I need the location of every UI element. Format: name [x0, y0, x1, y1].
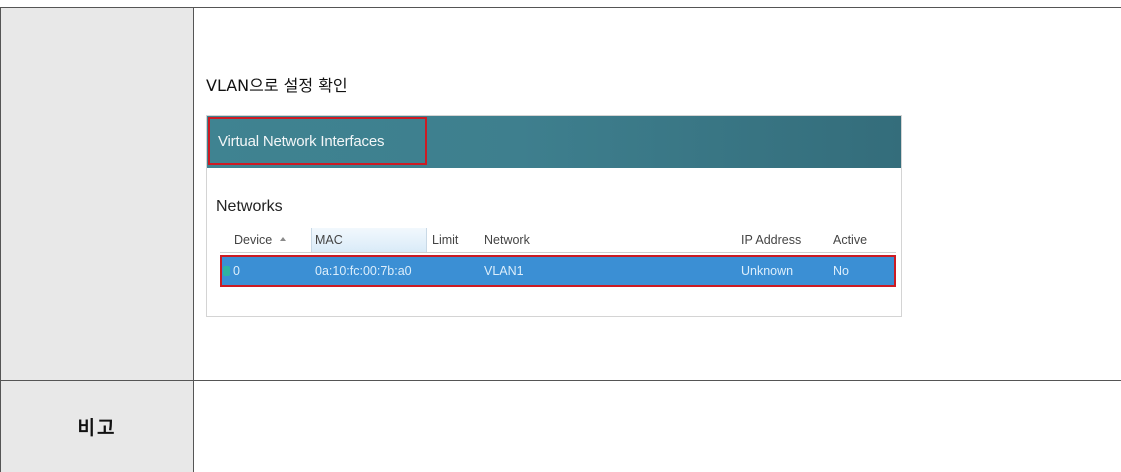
title-highlight-box: Virtual Network Interfaces — [208, 117, 427, 165]
networks-section-label: Networks — [216, 198, 283, 215]
remark-label: 비고 — [77, 417, 117, 439]
cell-network: VLAN1 — [484, 264, 524, 278]
column-header-limit[interactable]: Limit — [432, 233, 458, 247]
column-header-active[interactable]: Active — [833, 233, 867, 247]
document-table: 비고 VLAN으로 설정 확인 Virtual Network Interfac… — [0, 0, 1121, 472]
column-divider — [193, 7, 194, 472]
cell-mac: 0a:10:fc:00:7b:a0 — [315, 264, 412, 278]
cell-active: No — [833, 264, 849, 278]
sort-ascending-icon — [280, 237, 286, 241]
embedded-screenshot: Virtual Network Interfaces Networks Devi… — [206, 115, 902, 317]
label-cell-empty — [1, 8, 193, 380]
column-header-network[interactable]: Network — [484, 233, 530, 247]
cell-ip-address: Unknown — [741, 264, 794, 278]
network-adapter-icon — [223, 266, 230, 276]
column-header-mac[interactable]: MAC — [315, 233, 343, 247]
column-header-device[interactable]: Device — [234, 233, 272, 247]
window-header: Virtual Network Interfaces — [207, 116, 901, 168]
grid-header-row: Device MAC Limit Network IP Address Acti… — [220, 228, 896, 253]
label-cell-remark: 비고 — [1, 381, 193, 472]
step-caption: VLAN으로 설정 확인 — [206, 76, 348, 95]
column-header-ip-address[interactable]: IP Address — [741, 233, 801, 247]
cell-device: 0 — [233, 264, 240, 278]
table-row[interactable]: 0 0a:10:fc:00:7b:a0 VLAN1 Unknown No — [220, 255, 896, 287]
window-title: Virtual Network Interfaces — [218, 132, 385, 150]
